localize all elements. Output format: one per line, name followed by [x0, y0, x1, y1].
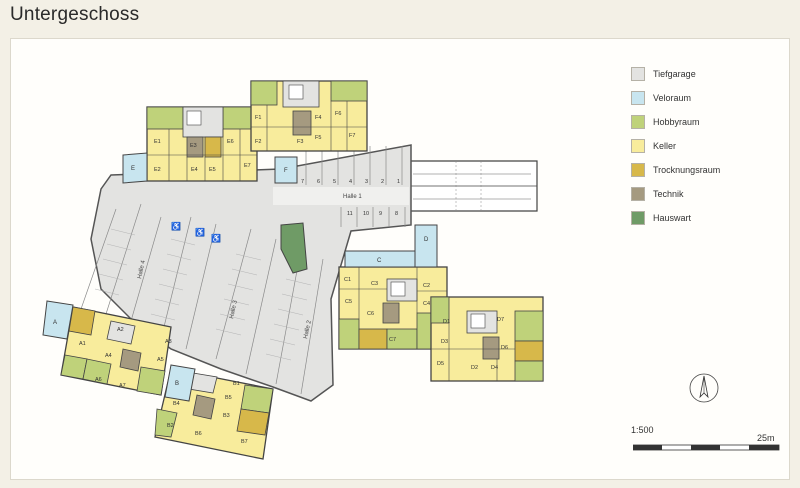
- room-label: A1: [79, 341, 86, 347]
- legend-item-trocknungsraum: Trocknungsraum: [631, 163, 720, 177]
- room-label: B3: [223, 413, 230, 419]
- room-label: F5: [315, 135, 321, 141]
- svg-text:♿: ♿: [195, 227, 205, 237]
- room-label: A5: [157, 357, 164, 363]
- halle-1-label: Halle 1: [343, 194, 362, 200]
- legend-label: Hauswart: [653, 213, 692, 223]
- legend-swatch: [631, 211, 645, 225]
- parking-number: 9: [379, 211, 382, 217]
- legend-item-hobbyraum: Hobbyraum: [631, 115, 700, 129]
- wheelchair-icon: ♿: [171, 221, 181, 231]
- legend-item-hauswart: Hauswart: [631, 211, 691, 225]
- room-label: C5: [345, 299, 352, 305]
- parking-number: 2: [381, 179, 384, 185]
- room-label: D3: [441, 339, 448, 345]
- room-label: C4: [423, 301, 430, 307]
- legend-label: Technik: [653, 189, 684, 199]
- wheelchair-icon: ♿: [195, 227, 205, 237]
- parking-number: 10: [363, 211, 369, 217]
- room-label: F3: [297, 139, 303, 145]
- room-label: B4: [173, 401, 180, 407]
- room-label: D7: [497, 317, 504, 323]
- parking-number: 5: [333, 179, 336, 185]
- room-label: D5: [437, 361, 444, 367]
- north-arrow-icon: [689, 373, 719, 403]
- room-label: C2: [423, 283, 430, 289]
- legend-swatch: [631, 91, 645, 105]
- legend-swatch: [631, 163, 645, 177]
- room-label: D6: [501, 345, 508, 351]
- legend-label: Keller: [653, 141, 677, 151]
- room-label: A4: [105, 353, 112, 359]
- veloraum-F-label: F: [284, 168, 288, 174]
- legend-swatch: [631, 67, 645, 81]
- room-label: F1: [255, 115, 261, 121]
- room-label: E6: [227, 139, 234, 145]
- legend-item-veloraum: Veloraum: [631, 91, 691, 105]
- room-label: F6: [335, 111, 341, 117]
- room-label: B1: [233, 381, 240, 387]
- parking-number: 4: [349, 179, 352, 185]
- floor-plan-page: Untergeschoss Halle 1 Halle 2 Halle 3 Ha…: [0, 0, 800, 488]
- room-label: D2: [471, 365, 478, 371]
- room-label: B2: [167, 423, 174, 429]
- room-label: C7: [389, 337, 396, 343]
- room-label: B7: [241, 439, 248, 445]
- wheelchair-icon: ♿: [211, 233, 221, 243]
- room-label: E5: [209, 167, 216, 173]
- scale-ratio: 1:500: [631, 425, 654, 435]
- room-label: A2: [117, 327, 124, 333]
- scale-length: 25m: [757, 433, 775, 443]
- legend-swatch: [631, 115, 645, 129]
- room-label: C1: [344, 277, 351, 283]
- veloraum-D-label: D: [424, 237, 429, 243]
- parking-number: 8: [395, 211, 398, 217]
- floor-plan: Halle 1 Halle 2 Halle 3 Halle 4 E F C D …: [42, 80, 544, 460]
- legend-label: Hobbyraum: [653, 117, 700, 127]
- legend-swatch: [631, 139, 645, 153]
- scale-bar: [633, 444, 780, 451]
- veloraum-B-label: B: [175, 381, 179, 387]
- legend-label: Tiefgarage: [653, 69, 696, 79]
- room-label: C3: [371, 281, 378, 287]
- room-label: E1: [154, 139, 161, 145]
- svg-text:♿: ♿: [171, 221, 181, 231]
- legend-item-technik: Technik: [631, 187, 684, 201]
- room-label: A3: [165, 339, 172, 345]
- room-label: C6: [367, 311, 374, 317]
- page-title: Untergeschoss: [10, 4, 140, 25]
- room-label: E7: [244, 163, 251, 169]
- legend-label: Veloraum: [653, 93, 692, 103]
- parking-number: 7: [301, 179, 304, 185]
- room-label: E3: [190, 143, 197, 149]
- room-label: D1: [443, 319, 450, 325]
- room-label: A6: [95, 377, 102, 383]
- room-label: D4: [491, 365, 498, 371]
- svg-text:♿: ♿: [211, 233, 221, 243]
- room-label: E2: [154, 167, 161, 173]
- veloraum-C-label: C: [377, 258, 382, 264]
- veloraum-A-label: A: [53, 320, 57, 326]
- room-label: E4: [191, 167, 198, 173]
- room-label: F2: [255, 139, 261, 145]
- parking-number: 1: [397, 179, 400, 185]
- room-label: B5: [225, 395, 232, 401]
- access-ramp: [408, 160, 538, 212]
- legend-item-tiefgarage: Tiefgarage: [631, 67, 696, 81]
- parking-number: 6: [317, 179, 320, 185]
- veloraum-E-label: E: [131, 166, 135, 172]
- legend-item-keller: Keller: [631, 139, 676, 153]
- plan-panel: Halle 1 Halle 2 Halle 3 Halle 4 E F C D …: [10, 38, 790, 480]
- room-label: F4: [315, 115, 321, 121]
- room-label: A7: [119, 383, 126, 389]
- parking-number: 11: [347, 211, 353, 217]
- room-label: F7: [349, 133, 355, 139]
- room-label: B6: [195, 431, 202, 437]
- parking-number: 3: [365, 179, 368, 185]
- legend-label: Trocknungsraum: [653, 165, 721, 175]
- legend-swatch: [631, 187, 645, 201]
